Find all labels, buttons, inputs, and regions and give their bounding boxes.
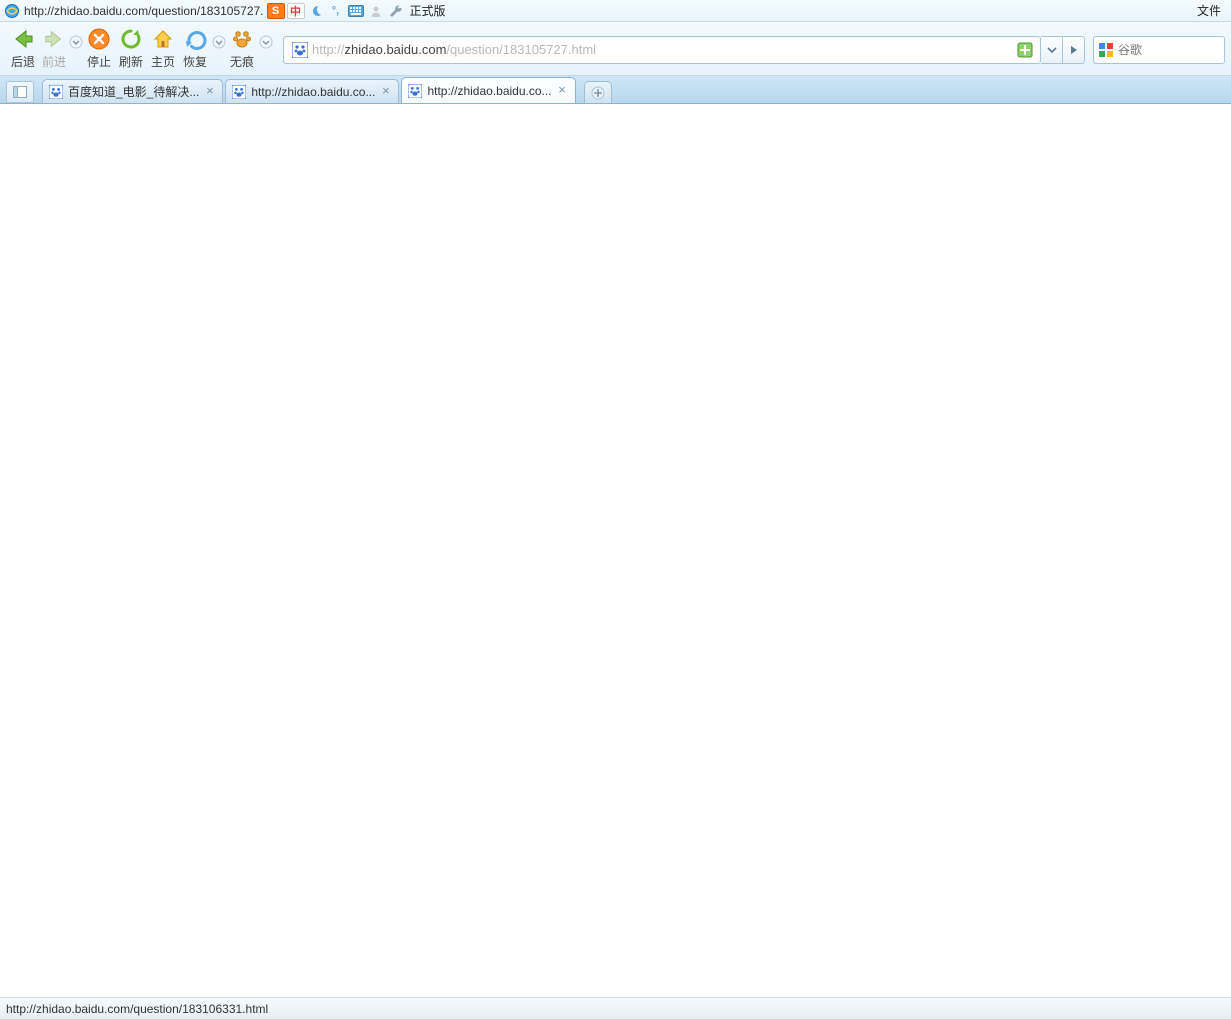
baidu-favicon-icon <box>49 85 63 99</box>
baidu-favicon-icon <box>232 85 246 99</box>
ime-degree-icon[interactable]: °, <box>327 3 345 19</box>
back-button[interactable]: 后退 <box>7 27 39 70</box>
go-button[interactable] <box>1063 36 1085 64</box>
ime-toolbar: S 中 °, <box>266 3 406 19</box>
mode-label: 正式版 <box>410 2 446 19</box>
address-dropdown-button[interactable] <box>1041 36 1063 64</box>
home-button[interactable]: 主页 <box>148 27 178 70</box>
forward-icon <box>42 27 66 51</box>
tab-3-label: http://zhidao.baidu.co... <box>427 84 551 98</box>
forward-button[interactable]: 前进 <box>41 27 67 70</box>
menu-file[interactable]: 文件 <box>1191 2 1227 19</box>
stop-button[interactable]: 停止 <box>84 27 114 70</box>
paw-icon <box>230 27 254 51</box>
page-content <box>0 104 1231 997</box>
history-dropdown-icon[interactable] <box>69 35 83 49</box>
ime-moon-icon[interactable] <box>307 3 325 19</box>
ie-icon <box>4 3 20 19</box>
google-icon <box>1098 42 1114 58</box>
baidu-favicon-icon <box>408 84 422 98</box>
restore-button[interactable]: 恢复 <box>180 27 210 70</box>
home-icon <box>151 27 175 51</box>
main-toolbar: 后退 前进 停止 刷新 主页 恢复 无痕 <box>0 22 1231 76</box>
refresh-icon <box>119 27 143 51</box>
address-bar[interactable]: http://zhidao.baidu.com/question/1831057… <box>283 36 1041 64</box>
undo-icon <box>183 27 207 51</box>
tab-2-close-icon[interactable]: × <box>379 85 392 98</box>
incognito-dropdown-icon[interactable] <box>259 35 273 49</box>
ime-keyboard-icon[interactable] <box>347 3 365 19</box>
ime-person-icon[interactable] <box>367 3 385 19</box>
tab-1-close-icon[interactable]: × <box>203 85 216 98</box>
status-bar: http://zhidao.baidu.com/question/1831063… <box>0 997 1231 1019</box>
incognito-button[interactable]: 无痕 <box>227 27 257 70</box>
tab-strip: 百度知道_电影_待解决... × http://zhidao.baidu.co.… <box>0 76 1231 104</box>
search-input[interactable] <box>1118 43 1220 57</box>
site-favicon-icon <box>292 42 308 58</box>
ime-lang-icon[interactable]: 中 <box>287 3 305 19</box>
tab-1[interactable]: 百度知道_电影_待解决... × <box>42 79 223 103</box>
stop-icon <box>87 27 111 51</box>
title-bar: http://zhidao.baidu.com/question/1831057… <box>0 0 1231 22</box>
tab-2[interactable]: http://zhidao.baidu.co... × <box>225 79 399 103</box>
sidebar-toggle-button[interactable] <box>6 81 34 103</box>
plugin-icon[interactable] <box>1017 42 1033 58</box>
ime-wrench-icon[interactable] <box>387 3 405 19</box>
address-url: http://zhidao.baidu.com/question/1831057… <box>312 42 1014 57</box>
ime-sogou-icon[interactable]: S <box>267 3 285 19</box>
new-tab-button[interactable] <box>584 81 612 103</box>
tab-1-label: 百度知道_电影_待解决... <box>68 83 199 100</box>
tab-3-close-icon[interactable]: × <box>556 84 569 97</box>
back-icon <box>11 27 35 51</box>
search-box[interactable] <box>1093 36 1225 64</box>
tab-3[interactable]: http://zhidao.baidu.co... × <box>401 77 575 103</box>
tab-2-label: http://zhidao.baidu.co... <box>251 85 375 99</box>
window-title: http://zhidao.baidu.com/question/1831057… <box>24 4 264 18</box>
refresh-button[interactable]: 刷新 <box>116 27 146 70</box>
restore-dropdown-icon[interactable] <box>212 35 226 49</box>
status-text: http://zhidao.baidu.com/question/1831063… <box>6 1002 268 1016</box>
